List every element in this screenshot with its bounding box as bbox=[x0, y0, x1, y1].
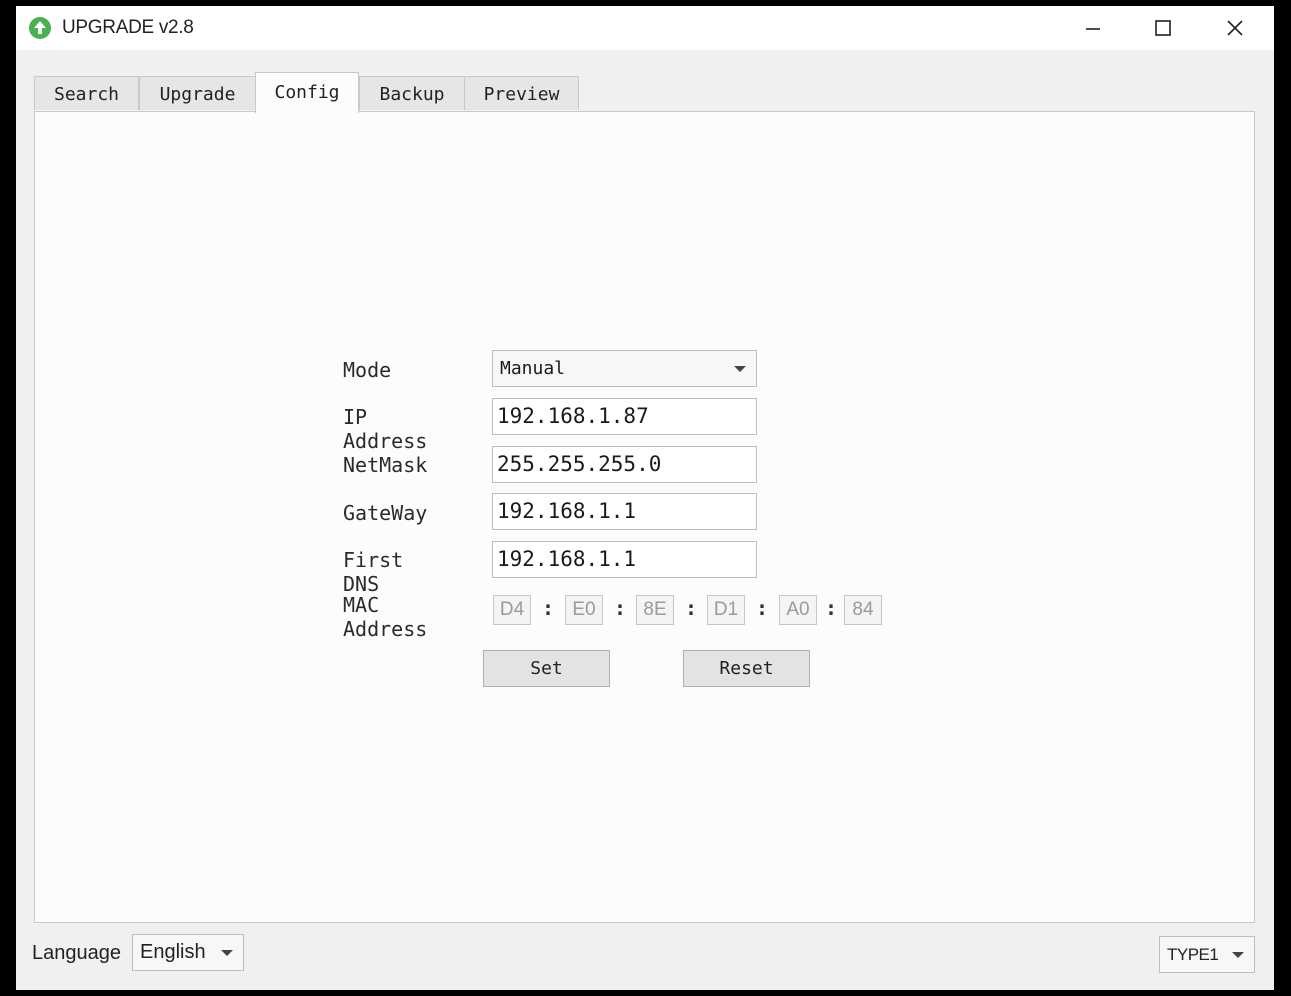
mac-octet-5[interactable]: A0 bbox=[779, 595, 817, 625]
mode-select-value: Manual bbox=[500, 358, 566, 379]
language-label: Language bbox=[32, 942, 121, 964]
mode-select[interactable]: Manual bbox=[492, 350, 757, 387]
language-select-value: English bbox=[140, 941, 206, 963]
mac-octet-3[interactable]: 8E bbox=[636, 595, 674, 625]
first-dns-input[interactable]: 192.168.1.1 bbox=[492, 541, 757, 578]
mac-octet-6[interactable]: 84 bbox=[844, 595, 882, 625]
upgrade-app-icon bbox=[29, 17, 51, 39]
ip-address-input[interactable]: 192.168.1.87 bbox=[492, 398, 757, 435]
mac-separator: : bbox=[684, 596, 698, 620]
chevron-down-icon bbox=[1232, 952, 1244, 958]
netmask-input[interactable]: 255.255.255.0 bbox=[492, 446, 757, 483]
mac-separator: : bbox=[613, 596, 627, 620]
app-window: UPGRADE v2.8 Search Upgrade Config Backu… bbox=[16, 6, 1274, 990]
set-button[interactable]: Set bbox=[483, 650, 610, 687]
close-button[interactable] bbox=[1200, 6, 1270, 50]
tab-config[interactable]: Config bbox=[255, 72, 359, 113]
close-icon bbox=[1227, 20, 1243, 36]
type-select[interactable]: TYPE1 bbox=[1159, 936, 1255, 973]
tab-preview[interactable]: Preview bbox=[464, 76, 579, 110]
tab-upgrade[interactable]: Upgrade bbox=[139, 76, 256, 110]
window-title: UPGRADE v2.8 bbox=[62, 17, 194, 38]
chevron-down-icon bbox=[221, 950, 233, 956]
mac-separator: : bbox=[541, 596, 555, 620]
type-select-value: TYPE1 bbox=[1167, 945, 1219, 964]
ip-address-label: IP Address bbox=[343, 405, 428, 453]
mode-label: Mode bbox=[343, 358, 392, 382]
maximize-button[interactable] bbox=[1128, 6, 1198, 50]
mac-address-label: MAC Address bbox=[343, 593, 428, 641]
tab-backup[interactable]: Backup bbox=[359, 76, 465, 110]
netmask-label: NetMask bbox=[343, 453, 428, 477]
title-bar[interactable]: UPGRADE v2.8 bbox=[16, 6, 1274, 50]
gateway-label: GateWay bbox=[343, 501, 428, 525]
mac-octet-1[interactable]: D4 bbox=[493, 595, 531, 625]
chevron-down-icon bbox=[734, 366, 746, 372]
mac-octet-2[interactable]: E0 bbox=[565, 595, 603, 625]
first-dns-label: First DNS bbox=[343, 548, 404, 596]
reset-button[interactable]: Reset bbox=[683, 650, 810, 687]
gateway-input[interactable]: 192.168.1.1 bbox=[492, 493, 757, 530]
language-select[interactable]: English bbox=[132, 934, 244, 971]
mac-separator: : bbox=[755, 596, 769, 620]
minimize-button[interactable] bbox=[1058, 6, 1128, 50]
tab-search[interactable]: Search bbox=[34, 76, 139, 110]
maximize-icon bbox=[1155, 20, 1171, 36]
minimize-icon bbox=[1086, 28, 1100, 30]
mac-separator: : bbox=[824, 596, 838, 620]
mac-octet-4[interactable]: D1 bbox=[707, 595, 745, 625]
